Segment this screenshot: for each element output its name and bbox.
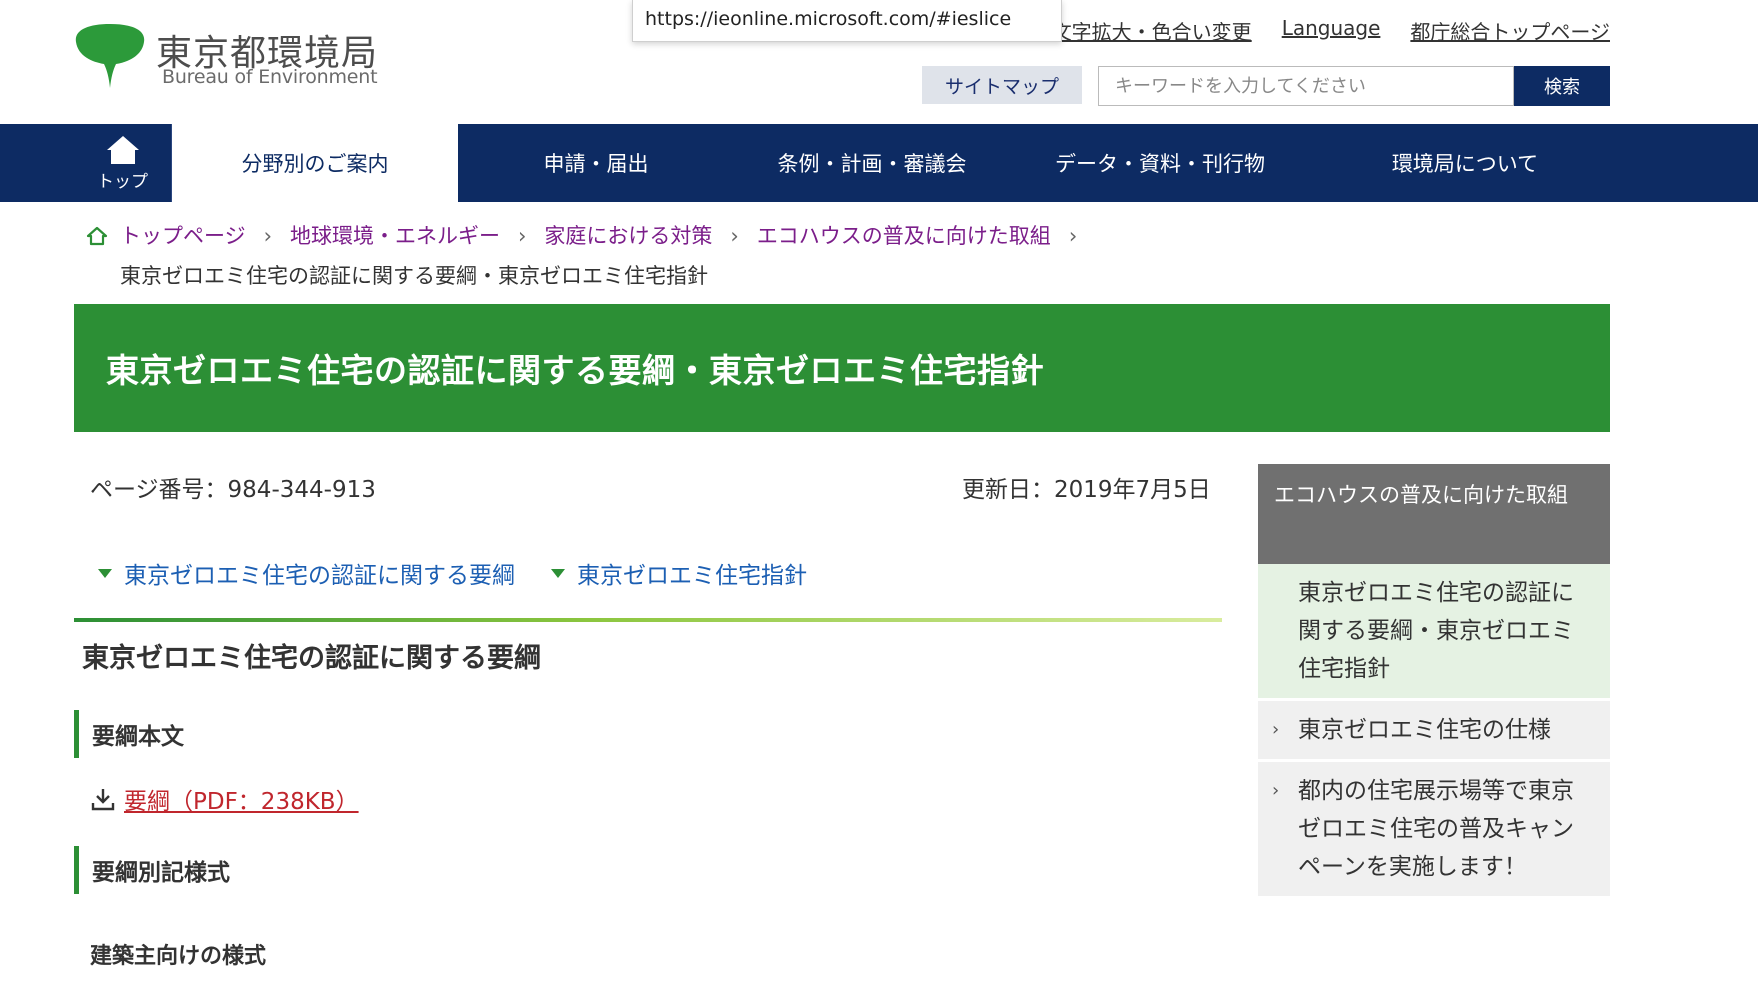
global-nav: トップ 分野別のご案内 申請・届出 条例・計画・審議会 データ・資料・刊行物 環… — [0, 124, 1758, 202]
anchor-link-standards[interactable]: 東京ゼロエミ住宅指針 — [551, 556, 807, 590]
ginkgo-leaf-icon — [75, 24, 145, 88]
nav-item-ordinances[interactable]: 条例・計画・審議会 — [734, 124, 1010, 202]
sitemap-button[interactable]: サイトマップ — [922, 66, 1082, 104]
nav-home-label: トップ — [97, 171, 148, 192]
util-link-text-size[interactable]: 文字拡大・色合い変更 — [1052, 16, 1252, 45]
breadcrumb-link-ecohouse[interactable]: エコハウスの普及に向けた取組 — [757, 216, 1051, 256]
breadcrumb-current: 東京ゼロエミ住宅の認証に関する要綱・東京ゼロエミ住宅指針 — [120, 264, 708, 288]
anchor-links: 東京ゼロエミ住宅の認証に関する要綱 東京ゼロエミ住宅指針 — [98, 556, 807, 590]
subheading-appendix-forms: 要綱別記様式 — [74, 846, 230, 894]
chevron-right-icon: › — [518, 224, 527, 248]
nav-item-applications[interactable]: 申請・届出 — [458, 124, 734, 202]
page-number: ページ番号：984-344-913 — [90, 477, 376, 503]
nav-item-about[interactable]: 環境局について — [1310, 124, 1620, 202]
chevron-right-icon: › — [730, 224, 739, 248]
download-icon — [91, 789, 115, 811]
util-link-metro-top[interactable]: 都庁総合トップページ — [1410, 16, 1610, 45]
breadcrumb-link-global-env[interactable]: 地球環境・エネルギー — [290, 216, 500, 256]
search-button[interactable]: 検索 — [1514, 66, 1610, 106]
chevron-right-icon: › — [1272, 719, 1280, 740]
page-title: 東京ゼロエミ住宅の認証に関する要綱・東京ゼロエミ住宅指針 — [106, 351, 1044, 390]
breadcrumb-link-household[interactable]: 家庭における対策 — [544, 216, 712, 256]
section-heading: 東京ゼロエミ住宅の認証に関する要綱 — [82, 643, 541, 674]
anchor-link-standards-label: 東京ゼロエミ住宅指針 — [577, 563, 807, 589]
breadcrumb-home-icon — [86, 226, 108, 246]
nav-item-fields[interactable]: 分野別のご案内 — [172, 124, 458, 202]
url-tooltip: https://ieonline.microsoft.com/#ieslice — [632, 0, 1062, 42]
subheading-main-text: 要綱本文 — [74, 710, 184, 758]
util-link-language[interactable]: Language — [1282, 16, 1381, 45]
breadcrumb-link-top[interactable]: トップページ — [120, 216, 246, 256]
side-nav-item-label: 都内の住宅展示場等で東京ゼロエミ住宅の普及キャンペーンを実施します！ — [1298, 778, 1574, 880]
chevron-right-icon: › — [1272, 780, 1280, 801]
download-link-guidelines-pdf[interactable]: 要綱（PDF：238KB） — [124, 782, 359, 816]
nav-home[interactable]: トップ — [74, 124, 172, 202]
updated-date: 更新日：2019年7月5日 — [962, 477, 1211, 503]
section-divider — [74, 618, 1222, 622]
home-icon — [106, 135, 139, 164]
triangle-down-icon — [98, 568, 112, 578]
side-nav-item-current[interactable]: 東京ゼロエミ住宅の認証に関する要綱・東京ゼロエミ住宅指針 — [1258, 564, 1610, 698]
side-nav: エコハウスの普及に向けた取組 東京ゼロエミ住宅の認証に関する要綱・東京ゼロエミ住… — [1258, 464, 1610, 896]
subheading-builder-forms: 建築主向けの様式 — [90, 944, 267, 969]
search-input[interactable] — [1098, 66, 1514, 106]
page-title-band: 東京ゼロエミ住宅の認証に関する要綱・東京ゼロエミ住宅指針 — [74, 304, 1610, 432]
chevron-right-icon: › — [263, 224, 272, 248]
side-nav-item-campaign[interactable]: › 都内の住宅展示場等で東京ゼロエミ住宅の普及キャンペーンを実施します！ — [1258, 762, 1610, 896]
logo-text-en: Bureau of Environment — [162, 66, 378, 88]
nav-item-data[interactable]: データ・資料・刊行物 — [1010, 124, 1310, 202]
side-nav-item-specs[interactable]: › 東京ゼロエミ住宅の仕様 — [1258, 701, 1610, 759]
utility-links: 文字拡大・色合い変更 Language 都庁総合トップページ — [1052, 16, 1610, 45]
chevron-right-icon: › — [1068, 224, 1078, 248]
breadcrumb: トップページ › 地球環境・エネルギー › 家庭における対策 › エコハウスの普… — [84, 216, 1624, 296]
side-nav-item-label: 東京ゼロエミ住宅の認証に関する要綱・東京ゼロエミ住宅指針 — [1298, 580, 1574, 682]
anchor-link-guidelines[interactable]: 東京ゼロエミ住宅の認証に関する要綱 — [98, 556, 515, 590]
side-nav-heading[interactable]: エコハウスの普及に向けた取組 — [1258, 464, 1610, 564]
site-logo[interactable]: 東京都環境局 Bureau of Environment — [74, 20, 394, 92]
side-nav-item-label: 東京ゼロエミ住宅の仕様 — [1298, 717, 1551, 743]
triangle-down-icon — [551, 568, 565, 578]
download-item: 要綱（PDF：238KB） — [90, 782, 359, 816]
anchor-link-guidelines-label: 東京ゼロエミ住宅の認証に関する要綱 — [124, 563, 515, 589]
